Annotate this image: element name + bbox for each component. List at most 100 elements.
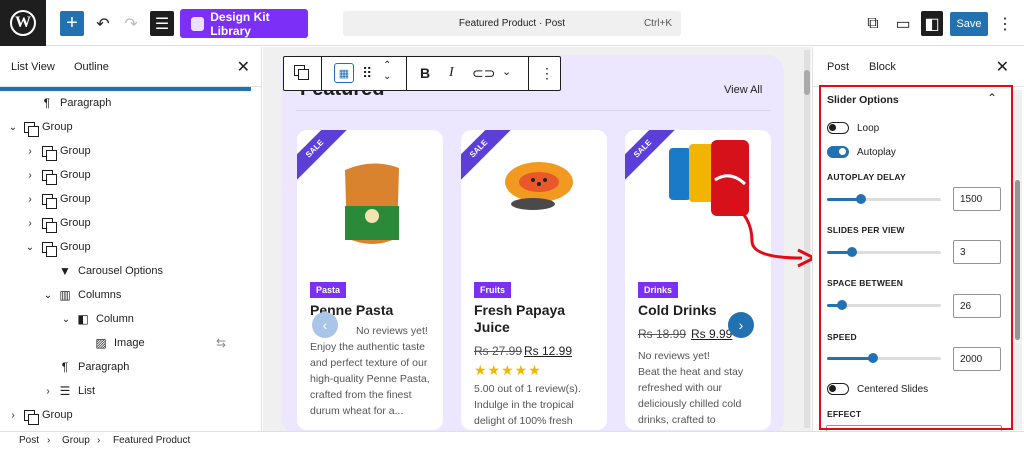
breadcrumb: Post › Group › Featured Product [0, 431, 1024, 449]
carousel-block-icon[interactable]: ▦ [334, 63, 354, 83]
pasta-image [345, 163, 399, 244]
list-item[interactable]: › Group [0, 403, 250, 427]
chevron-right-icon[interactable]: › [8, 410, 18, 421]
divider [296, 110, 770, 111]
category-badge[interactable]: Drinks [638, 282, 679, 298]
document-overview-icon[interactable]: ☰ [150, 11, 174, 36]
papaya-image [505, 162, 573, 210]
chevron-down-icon[interactable]: ⌄ [502, 65, 511, 78]
chevron-right-icon[interactable]: › [43, 386, 53, 397]
close-icon[interactable]: ✕ [996, 57, 1009, 77]
group-icon [22, 408, 39, 425]
list-item[interactable]: › Group [0, 163, 250, 187]
product-description: Enjoy the authentic taste and perfect te… [310, 341, 430, 417]
block-toolbar: ▦ ⠿ ⌃ ⌄ B I ⊂⊃ ⌄ ⋮ [283, 56, 561, 91]
chevron-right-icon: › [47, 435, 51, 446]
settings-panel-icon[interactable]: ◧ [921, 11, 943, 36]
rating-stars: ★★★★★ [474, 362, 542, 378]
chevron-down-icon[interactable]: ⌄ [43, 290, 53, 301]
view-all-link[interactable]: View All [724, 84, 762, 96]
product-card[interactable]: SALE Fruits Fresh Papaya Juice Rs 27.99 … [461, 130, 607, 430]
tab-list-view[interactable]: List View [11, 61, 55, 73]
chevron-right-icon[interactable]: › [25, 170, 35, 181]
drag-icon[interactable]: ⠿ [362, 65, 372, 82]
document-title: Featured Product · Post [458, 18, 566, 29]
list-item[interactable]: › ☰ List [0, 379, 250, 403]
redo-icon[interactable]: ↷ [121, 11, 141, 36]
italic-icon[interactable]: I [449, 65, 454, 81]
list-item[interactable]: ⌄ Group [0, 235, 250, 259]
list-item[interactable]: ⌄ ◧ Column [0, 307, 250, 331]
chevron-right-icon[interactable]: › [25, 146, 35, 157]
options-icon[interactable]: ⋮ [540, 65, 554, 82]
old-price: Rs 27.99 [474, 344, 523, 358]
drag-handle-icon[interactable]: ⇆ [214, 336, 228, 350]
add-block-button[interactable]: + [60, 11, 84, 36]
review-text: No reviews yet! [638, 350, 710, 362]
link-icon[interactable]: ⊂⊃ [472, 65, 495, 82]
chevron-right-icon[interactable]: › [25, 218, 35, 229]
review-text: 5.00 out of 1 review(s). [474, 383, 581, 395]
bookmark-icon: ▼ [59, 264, 71, 278]
sale-price: Rs 12.99 [524, 344, 573, 358]
product-title[interactable]: Cold Drinks [638, 302, 717, 318]
product-title-line1[interactable]: Fresh Papaya [474, 302, 565, 318]
paragraph-icon: ¶ [61, 360, 69, 374]
save-button[interactable]: Save [950, 12, 988, 36]
command-palette-bar[interactable]: Featured Product · Post Ctrl+K [343, 11, 681, 36]
breadcrumb-item[interactable]: Featured Product [113, 435, 190, 446]
wordpress-logo-icon[interactable]: W [0, 0, 46, 46]
undo-icon[interactable]: ↶ [93, 11, 113, 36]
group-icon [40, 216, 57, 233]
annotation-arrow [729, 200, 818, 268]
move-up-down-icon[interactable]: ⌃ ⌄ [383, 60, 391, 82]
tab-outline[interactable]: Outline [74, 61, 109, 73]
tab-post[interactable]: Post [827, 61, 849, 73]
left-panel-tabs: List View Outline ✕ [0, 47, 261, 87]
chevron-down-icon[interactable]: ⌄ [8, 122, 18, 133]
list-item[interactable]: ▨ Image ⇆ [0, 331, 250, 355]
shortcut-hint: Ctrl+K [643, 18, 672, 29]
chevron-down-icon[interactable]: ⌄ [25, 242, 35, 253]
image-icon: ▨ [95, 336, 107, 350]
breadcrumb-item[interactable]: Post [19, 435, 39, 446]
bold-icon[interactable]: B [420, 65, 430, 81]
next-slide-button[interactable]: › [728, 312, 754, 338]
group-icon [40, 240, 57, 257]
product-description: Indulge in the tropical delight of 100% … [474, 399, 574, 427]
chevron-right-icon: › [97, 435, 101, 446]
product-card[interactable]: SALE Pasta Penne Pasta No reviews yet! E… [297, 130, 443, 430]
category-badge[interactable]: Fruits [474, 282, 512, 298]
group-icon [40, 144, 57, 161]
parent-block-icon[interactable] [294, 65, 309, 80]
group-icon [40, 192, 57, 209]
close-icon[interactable]: ✕ [237, 57, 250, 77]
design-kit-library-button[interactable]: Design Kit Library [180, 9, 308, 38]
columns-icon: ▥ [59, 288, 71, 302]
prev-slide-button[interactable]: ‹ [312, 312, 338, 338]
device-preview-icon[interactable]: ▭ [894, 11, 912, 36]
group-icon [40, 168, 57, 185]
list-item[interactable]: ⌄ Group [0, 115, 250, 139]
tab-block[interactable]: Block [869, 61, 896, 87]
category-badge[interactable]: Pasta [310, 282, 347, 298]
list-icon: ☰ [59, 384, 71, 398]
view-post-icon[interactable]: ⧉ [864, 11, 882, 36]
breadcrumb-item[interactable]: Group [62, 435, 90, 446]
review-text: No reviews yet! [356, 325, 428, 337]
chevron-down-icon[interactable]: ⌄ [61, 314, 71, 325]
chevron-right-icon[interactable]: › [25, 194, 35, 205]
list-item[interactable]: ▼ Carousel Options [0, 259, 250, 283]
list-item[interactable]: ¶ Paragraph [0, 355, 250, 379]
list-item[interactable]: › Group [0, 187, 250, 211]
product-title-line2[interactable]: Juice [474, 319, 510, 335]
sidebar-scrollbar-thumb[interactable] [1015, 180, 1020, 340]
sidebar-tabs: Post Block ✕ [813, 47, 1024, 87]
list-item[interactable]: › Group [0, 139, 250, 163]
more-options-icon[interactable]: ⋮ [997, 11, 1013, 36]
product-card[interactable]: SALE Drinks Cold Drinks Rs 18.99 Rs 9.99… [625, 130, 771, 430]
list-item[interactable]: › Group [0, 211, 250, 235]
top-toolbar: W + ↶ ↷ ☰ Design Kit Library Featured Pr… [0, 0, 1024, 46]
list-item[interactable]: ⌄ ▥ Columns [0, 283, 250, 307]
list-item[interactable]: ¶ Paragraph [0, 91, 250, 115]
